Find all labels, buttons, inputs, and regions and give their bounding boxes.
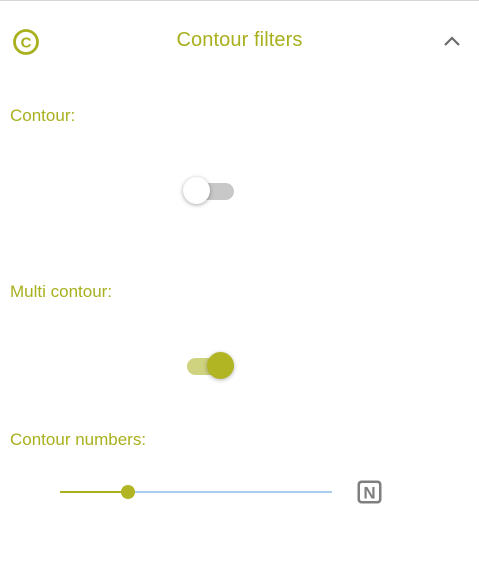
slider-fill bbox=[60, 491, 128, 493]
chevron-up-icon[interactable] bbox=[440, 31, 464, 51]
svg-text:N: N bbox=[363, 484, 375, 503]
multi-contour-label: Multi contour: bbox=[10, 282, 113, 301]
n-badge-icon[interactable]: N bbox=[357, 480, 382, 504]
contour-filters-panel: C Contour filters Contour: Multi contour… bbox=[0, 0, 479, 573]
contour-numbers-slider[interactable] bbox=[60, 481, 332, 503]
contour-toggle[interactable] bbox=[183, 177, 239, 205]
contour-numbers-label: Contour numbers: bbox=[10, 430, 147, 449]
multi-contour-toggle[interactable] bbox=[183, 352, 239, 380]
slider-thumb[interactable] bbox=[121, 485, 135, 499]
toggle-thumb bbox=[183, 177, 210, 204]
toggle-thumb bbox=[207, 352, 234, 379]
contour-label: Contour: bbox=[10, 106, 76, 125]
panel-title: Contour filters bbox=[176, 29, 303, 51]
